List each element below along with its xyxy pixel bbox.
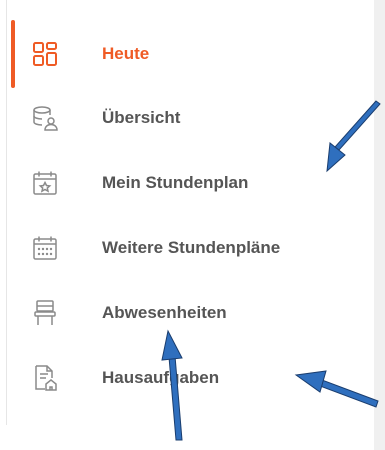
chair-icon — [30, 298, 60, 328]
database-person-icon — [30, 103, 60, 133]
sidebar-item-hausaufgaben[interactable]: Hausaufgaben — [30, 358, 370, 398]
content-panel-edge — [374, 0, 385, 450]
sidebar-item-uebersicht[interactable]: Übersicht — [30, 98, 370, 138]
dashboard-grid-icon — [30, 39, 60, 69]
calendar-dots-icon — [30, 233, 60, 263]
sidebar-item-heute[interactable]: Heute — [30, 34, 370, 74]
sidebar-item-label: Übersicht — [102, 108, 181, 127]
document-home-icon — [30, 363, 60, 393]
sidebar-item-label: Mein Stundenplan — [102, 173, 249, 192]
sidebar-item-label: Abwesenheiten — [102, 303, 227, 322]
sidebar-item-label: Weitere Stundenpläne — [102, 238, 281, 257]
sidebar-item-mein-stundenplan[interactable]: Mein Stundenplan — [30, 163, 370, 203]
sidebar-item-abwesenheiten[interactable]: Abwesenheiten — [30, 293, 370, 333]
sidebar-item-label: Hausaufgaben — [102, 368, 220, 387]
sidebar-item-label: Heute — [102, 44, 150, 63]
sidebar-item-weitere-stundenplaene[interactable]: Weitere Stundenpläne — [30, 228, 370, 268]
sidebar-menu: Heute Übersicht Mein Stundenplan Weitere… — [0, 0, 372, 450]
calendar-star-icon — [30, 168, 60, 198]
app-page: Heute Übersicht Mein Stundenplan Weitere… — [0, 0, 385, 450]
